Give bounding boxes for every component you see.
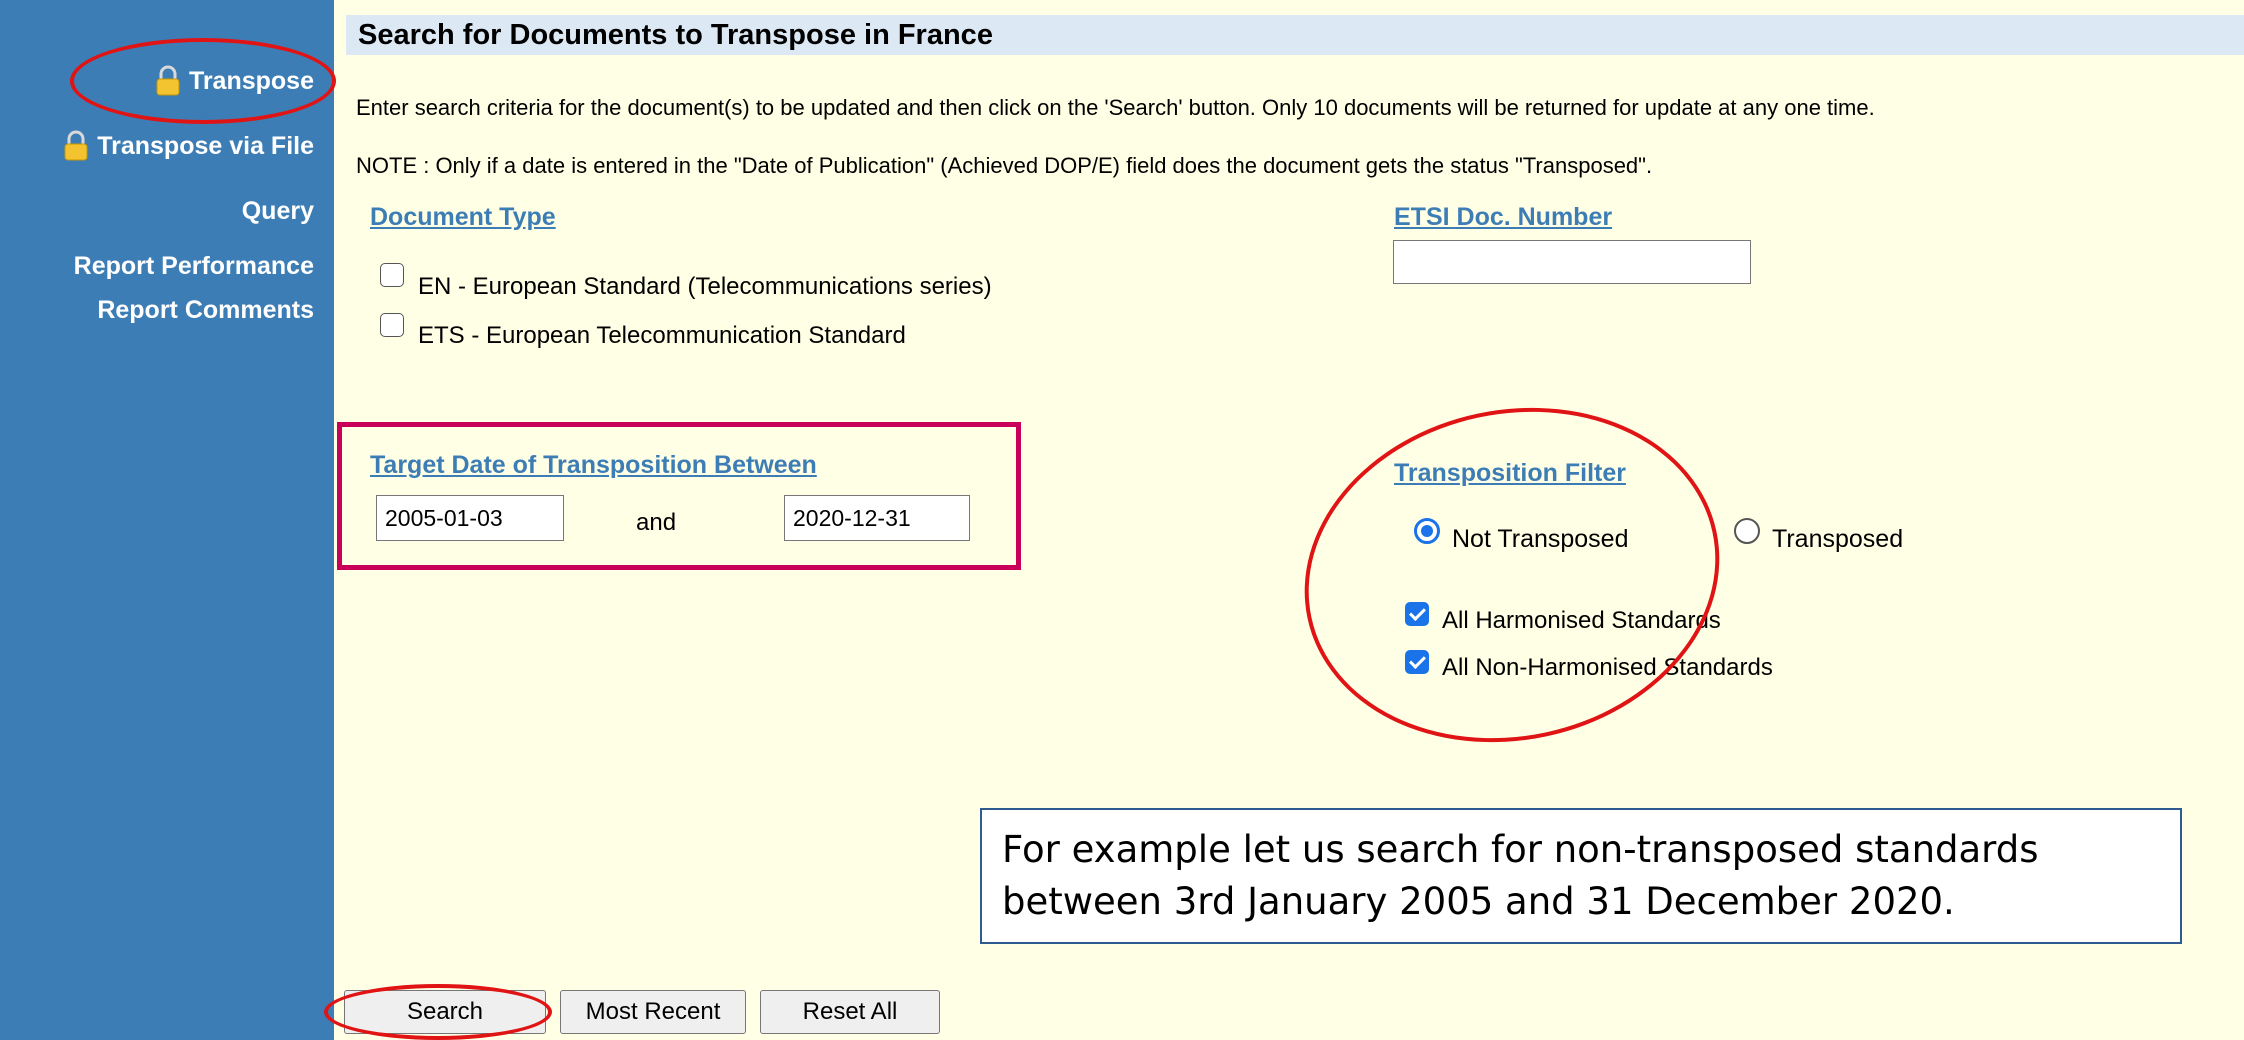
sidebar-item-label: Report Comments — [97, 296, 314, 324]
non-harmonised-checkbox[interactable] — [1405, 650, 1429, 674]
etsi-doc-number-input[interactable] — [1393, 240, 1751, 284]
transposed-label: Transposed — [1772, 525, 1904, 553]
etsi-doc-number-label[interactable]: ETSI Doc. Number — [1394, 202, 1612, 232]
instructions-text: Enter search criteria for the document(s… — [356, 95, 1875, 120]
ets-checkbox[interactable] — [380, 313, 404, 337]
non-harmonised-label: All Non-Harmonised Standards — [1442, 654, 1773, 681]
sidebar-item-transpose-via-file[interactable]: Transpose via File — [63, 130, 314, 162]
sidebar-item-label: Transpose — [188, 67, 314, 95]
sidebar-item-label: Transpose via File — [97, 132, 314, 160]
not-transposed-label: Not Transposed — [1452, 525, 1629, 553]
target-date-label[interactable]: Target Date of Transposition Between — [370, 450, 817, 480]
callout-line-1: For example let us search for non-transp… — [1002, 828, 2039, 871]
example-callout: For example let us search for non-transp… — [980, 808, 2182, 944]
sidebar: Transpose Transpose via File Query Repor… — [0, 0, 334, 1040]
ets-checkbox-label: ETS - European Telecommunication Standar… — [418, 322, 906, 349]
sidebar-item-label: Query — [241, 197, 314, 225]
sidebar-item-report-performance[interactable]: Report Performance — [74, 251, 314, 281]
search-button[interactable]: Search — [344, 990, 546, 1034]
reset-all-button[interactable]: Reset All — [760, 990, 940, 1034]
date-to-input[interactable] — [784, 495, 970, 541]
en-checkbox[interactable] — [380, 263, 404, 287]
sidebar-item-report-comments[interactable]: Report Comments — [97, 295, 314, 325]
sidebar-item-query[interactable]: Query — [242, 196, 314, 226]
date-from-input[interactable] — [376, 495, 564, 541]
note-text: NOTE : Only if a date is entered in the … — [356, 153, 1653, 178]
harmonised-checkbox[interactable] — [1405, 602, 1429, 626]
harmonised-label: All Harmonised Standards — [1442, 607, 1721, 634]
lock-icon — [156, 65, 180, 96]
page-title: Search for Documents to Transpose in Fra… — [358, 19, 993, 51]
most-recent-button[interactable]: Most Recent — [560, 990, 746, 1034]
and-label: and — [636, 509, 677, 536]
transposed-radio[interactable] — [1734, 518, 1760, 544]
not-transposed-radio[interactable] — [1414, 518, 1440, 544]
callout-line-2: between 3rd January 2005 and 31 December… — [1002, 880, 1955, 923]
document-type-label[interactable]: Document Type — [370, 202, 556, 232]
filter-highlight-ring — [1273, 370, 1751, 780]
sidebar-item-transpose[interactable]: Transpose — [155, 65, 314, 97]
lock-icon — [64, 130, 88, 161]
transposition-filter-label[interactable]: Transposition Filter — [1394, 458, 1626, 488]
sidebar-item-label: Report Performance — [73, 252, 314, 280]
en-checkbox-label: EN - European Standard (Telecommunicatio… — [418, 273, 992, 300]
